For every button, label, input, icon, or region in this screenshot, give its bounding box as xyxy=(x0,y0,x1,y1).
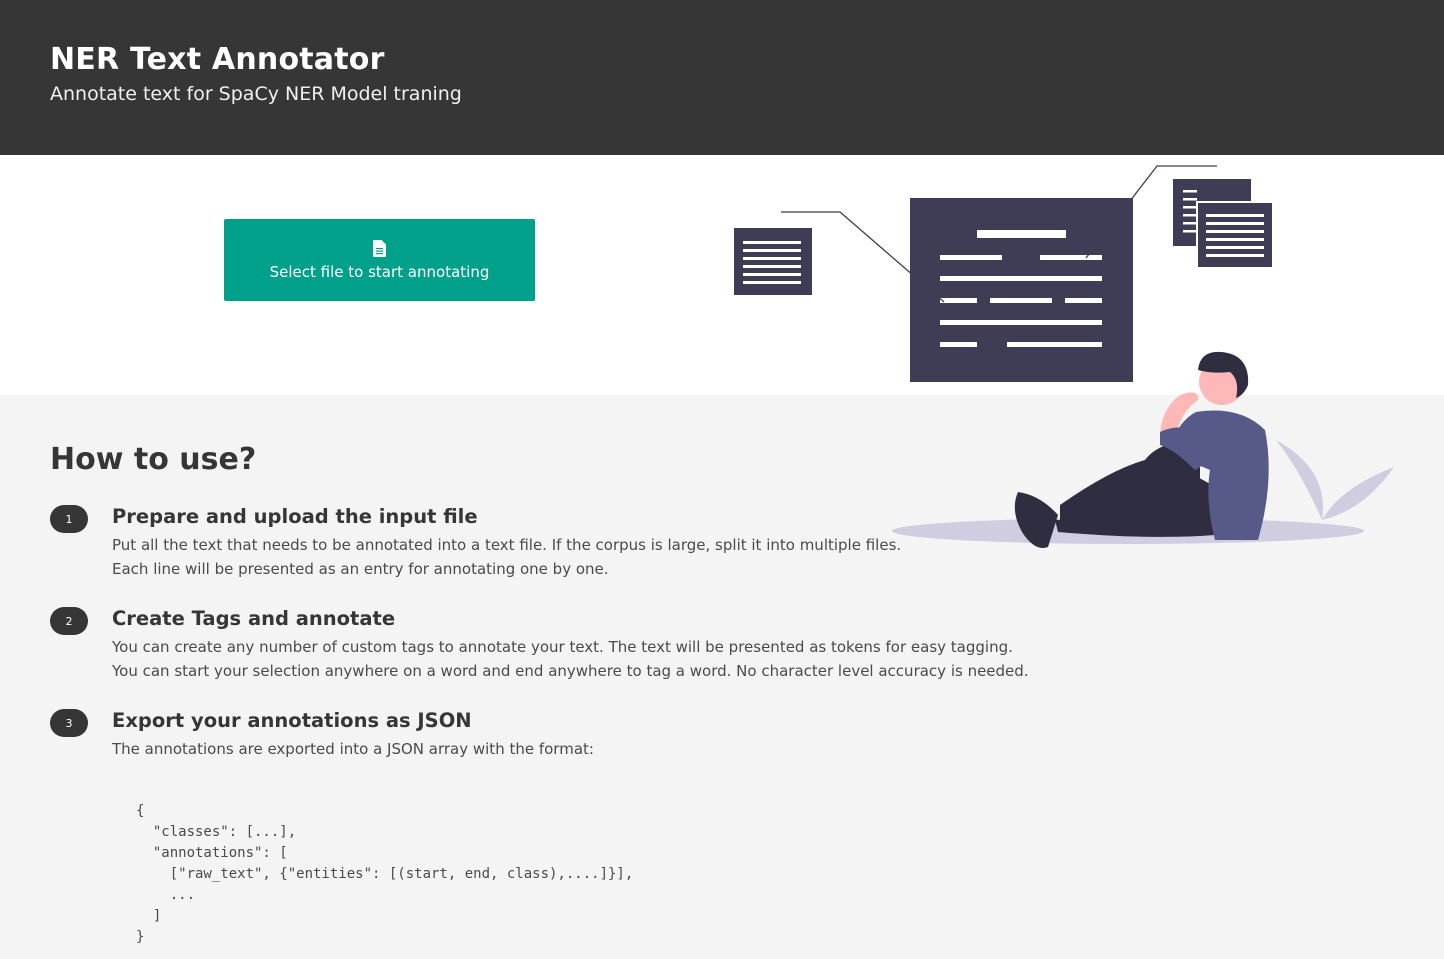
select-file-label: Select file to start annotating xyxy=(269,262,490,281)
select-file-button[interactable]: Select file to start annotating xyxy=(224,219,535,301)
step-description: Put all the text that needs to be annota… xyxy=(112,536,902,554)
file-icon xyxy=(373,239,386,257)
step-number-badge: 2 xyxy=(50,607,88,635)
json-format-example: { "classes": [...], "annotations": [ ["r… xyxy=(136,803,634,945)
hero-section xyxy=(0,155,1444,395)
step-description: Each line will be presented as an entry … xyxy=(112,560,609,578)
how-to-use-heading: How to use? xyxy=(50,442,257,477)
app-subtitle: Annotate text for SpaCy NER Model tranin… xyxy=(50,83,462,105)
step-description: You can start your selection anywhere on… xyxy=(112,662,1029,680)
step-title: Create Tags and annotate xyxy=(112,607,396,630)
step-description: The annotations are exported into a JSON… xyxy=(112,740,594,758)
step-description: You can create any number of custom tags… xyxy=(112,638,1013,656)
step-number-badge: 3 xyxy=(50,709,88,737)
step-number-badge: 1 xyxy=(50,505,88,533)
app-title: NER Text Annotator xyxy=(50,42,385,77)
step-title: Prepare and upload the input file xyxy=(112,505,478,528)
step-title: Export your annotations as JSON xyxy=(112,709,472,732)
header: NER Text Annotator Annotate text for Spa… xyxy=(0,0,1444,155)
